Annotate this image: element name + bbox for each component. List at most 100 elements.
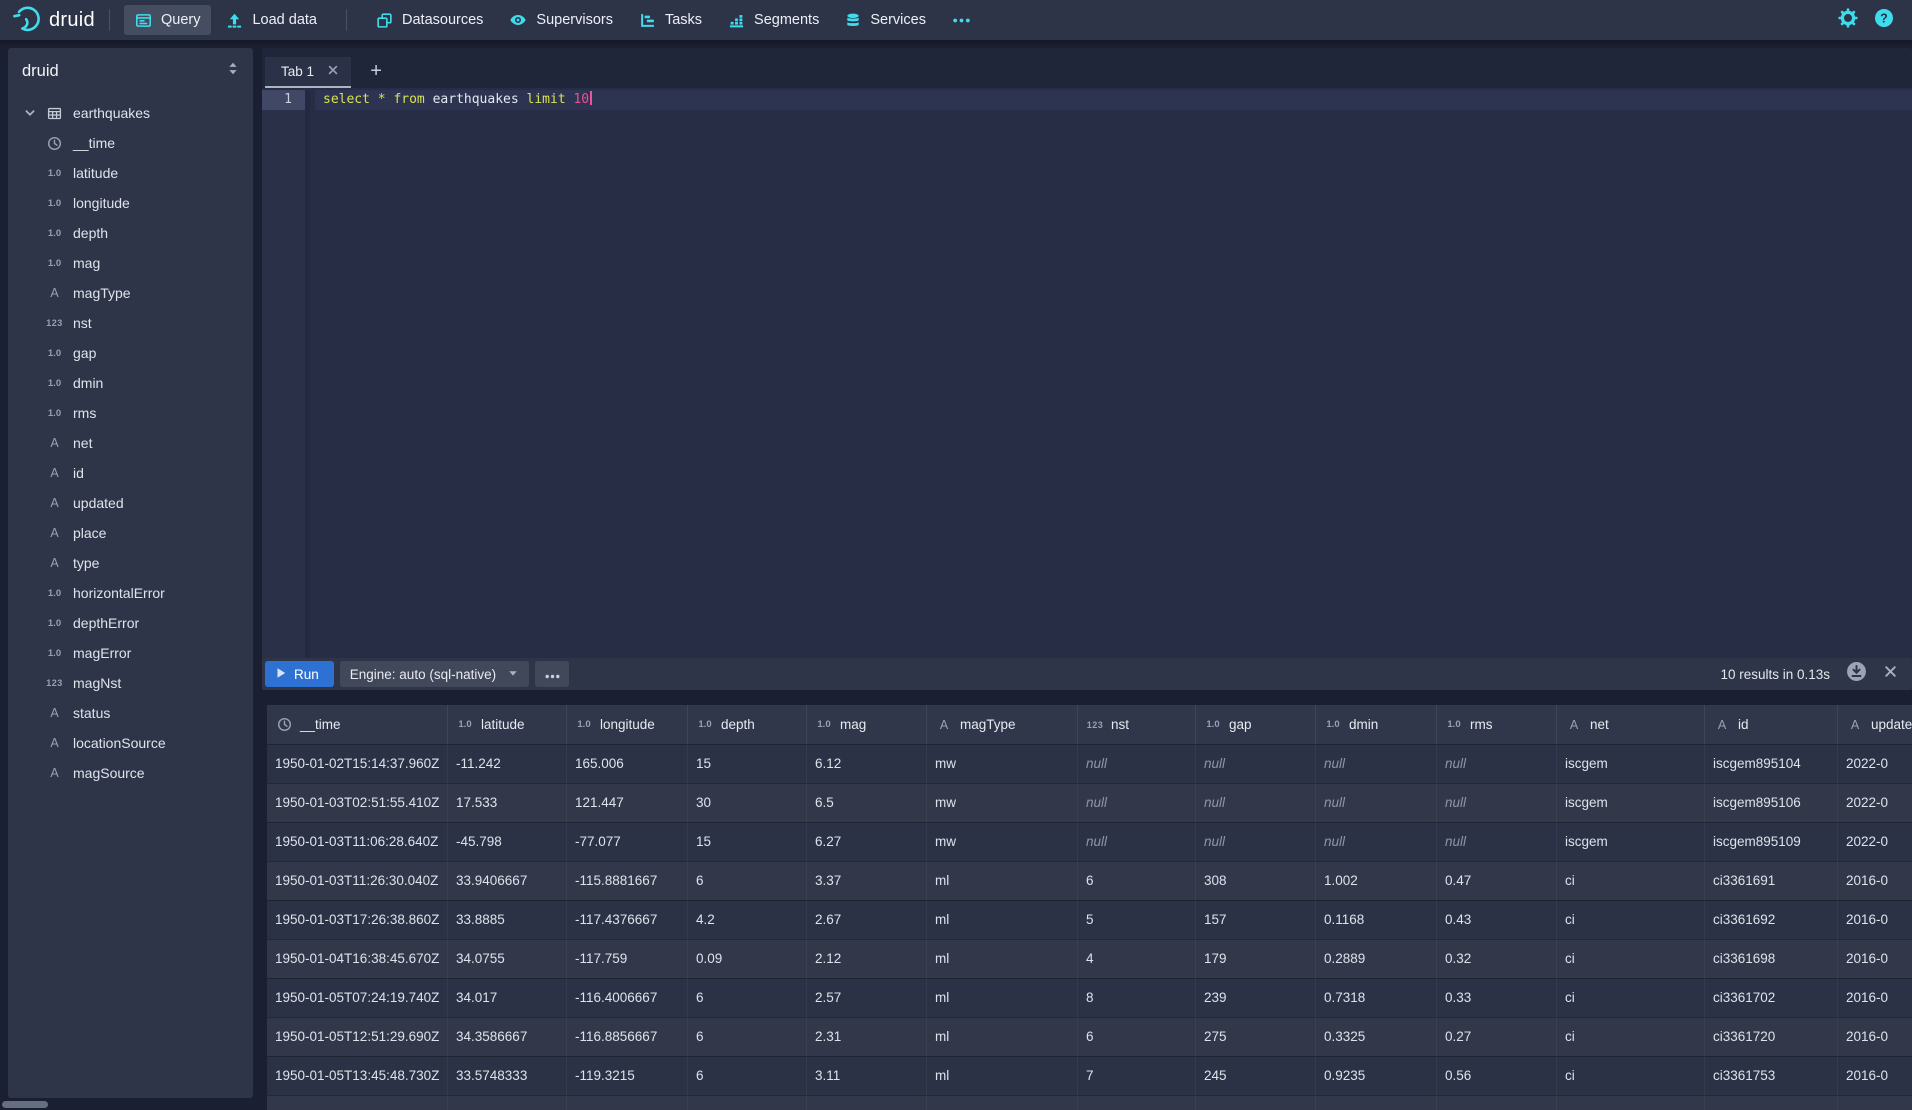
table-cell[interactable]: ci [1557,1056,1705,1095]
sidebar-item-id[interactable]: Aid [8,458,253,488]
table-cell[interactable]: 6 [688,1017,807,1056]
table-cell[interactable] [1437,1095,1557,1110]
table-cell[interactable]: -116.8856667 [567,1017,688,1056]
table-cell[interactable]: 8 [1078,978,1196,1017]
druid-home-link[interactable]: druid [12,3,95,38]
download-results-button[interactable] [1846,661,1867,687]
table-cell[interactable]: mw [927,783,1078,822]
table-cell[interactable]: 33.8885 [448,900,567,939]
table-cell[interactable]: null [1437,822,1557,861]
table-cell[interactable]: 2.67 [807,900,927,939]
table-cell[interactable]: -117.4376667 [567,900,688,939]
table-cell[interactable]: iscgem895104 [1705,744,1838,783]
table-cell[interactable]: 0.9235 [1316,1056,1437,1095]
sidebar-item-mag[interactable]: 1.0mag [8,248,253,278]
table-cell[interactable]: iscgem [1557,744,1705,783]
sidebar-item-rms[interactable]: 1.0rms [8,398,253,428]
table-cell[interactable]: -117.759 [567,939,688,978]
table-cell[interactable]: 2022-0 [1838,744,1912,783]
table-cell[interactable] [1705,1095,1838,1110]
table-cell[interactable] [1838,1095,1912,1110]
table-cell[interactable]: 33.9406667 [448,861,567,900]
table-cell[interactable]: -115.8881667 [567,861,688,900]
table-cell[interactable]: 0.09 [688,939,807,978]
table-cell[interactable]: -45.798 [448,822,567,861]
sort-button[interactable] [226,61,240,81]
sidebar-item-place[interactable]: Aplace [8,518,253,548]
table-cell[interactable]: ml [927,900,1078,939]
table-cell[interactable]: null [1196,744,1316,783]
table-cell[interactable]: 33.5748333 [448,1056,567,1095]
tab-1[interactable]: Tab 1 [265,57,351,88]
sidebar-item-gap[interactable]: 1.0gap [8,338,253,368]
column-header-mag[interactable]: 1.0mag [807,705,927,744]
sidebar-item-depth[interactable]: 1.0depth [8,218,253,248]
table-cell[interactable]: ml [927,978,1078,1017]
table-cell[interactable]: null [1316,822,1437,861]
table-cell[interactable]: 2016-0 [1838,1017,1912,1056]
nav-item-segments[interactable]: Segments [717,5,830,35]
sidebar-item-dmin[interactable]: 1.0dmin [8,368,253,398]
table-cell[interactable]: 2.57 [807,978,927,1017]
horizontal-scrollbar-thumb[interactable] [2,1101,48,1108]
table-cell[interactable]: 2016-0 [1838,900,1912,939]
column-header-longitude[interactable]: 1.0longitude [567,705,688,744]
table-cell[interactable]: 3.11 [807,1056,927,1095]
table-cell[interactable]: null [1196,783,1316,822]
table-cell[interactable]: ci [1557,1017,1705,1056]
column-header-gap[interactable]: 1.0gap [1196,705,1316,744]
table-cell[interactable]: 2.31 [807,1017,927,1056]
table-cell[interactable]: 1950-01-03T11:06:28.640Z [267,822,448,861]
table-cell[interactable]: 1950-01-04T16:38:45.670Z [267,939,448,978]
table-cell[interactable]: iscgem895109 [1705,822,1838,861]
table-cell[interactable] [1557,1095,1705,1110]
table-cell[interactable] [567,1095,688,1110]
new-tab-button[interactable]: + [359,57,393,88]
table-cell[interactable]: 275 [1196,1017,1316,1056]
table-cell[interactable]: 6.12 [807,744,927,783]
table-cell[interactable]: 2016-0 [1838,939,1912,978]
table-cell[interactable]: 0.1168 [1316,900,1437,939]
sidebar-item-status[interactable]: Astatus [8,698,253,728]
nav-item-query[interactable]: Query [124,5,212,35]
table-cell[interactable]: ml [927,1056,1078,1095]
table-cell[interactable]: 1950-01-03T02:51:55.410Z [267,783,448,822]
table-cell[interactable]: -116.4006667 [567,978,688,1017]
table-cell[interactable]: null [1196,822,1316,861]
table-cell[interactable] [267,1095,448,1110]
table-cell[interactable]: 2022-0 [1838,822,1912,861]
table-cell[interactable]: 17.533 [448,783,567,822]
table-cell[interactable]: -11.242 [448,744,567,783]
table-cell[interactable]: 6 [1078,1017,1196,1056]
table-cell[interactable]: mw [927,822,1078,861]
sidebar-item-latitude[interactable]: 1.0latitude [8,158,253,188]
sidebar-item-time[interactable]: __time [8,128,253,158]
table-cell[interactable]: 15 [688,744,807,783]
nav-item-tasks[interactable]: Tasks [628,5,713,35]
table-cell[interactable]: null [1078,822,1196,861]
table-cell[interactable]: 0.47 [1437,861,1557,900]
table-cell[interactable]: ci [1557,861,1705,900]
sidebar-item-earthquakes[interactable]: earthquakes [8,98,253,128]
table-cell[interactable]: 157 [1196,900,1316,939]
table-cell[interactable]: ci [1557,978,1705,1017]
table-cell[interactable]: 0.56 [1437,1056,1557,1095]
table-cell[interactable]: 5 [1078,900,1196,939]
table-cell[interactable]: 6 [688,978,807,1017]
query-more-button[interactable] [535,661,569,687]
tab-close-button[interactable] [327,64,339,79]
table-cell[interactable]: iscgem [1557,783,1705,822]
column-header-time[interactable]: __time [267,705,448,744]
table-cell[interactable]: 2016-0 [1838,978,1912,1017]
table-cell[interactable]: 4.2 [688,900,807,939]
help-button[interactable]: ? [1874,8,1894,33]
table-cell[interactable]: 165.006 [567,744,688,783]
table-cell[interactable]: 179 [1196,939,1316,978]
table-cell[interactable]: 34.0755 [448,939,567,978]
table-cell[interactable]: ml [927,861,1078,900]
nav-item-datasources[interactable]: Datasources [365,5,494,35]
sidebar-item-deptherror[interactable]: 1.0depthError [8,608,253,638]
table-cell[interactable]: 1950-01-05T13:45:48.730Z [267,1056,448,1095]
table-cell[interactable]: 1950-01-05T07:24:19.740Z [267,978,448,1017]
table-cell[interactable]: null [1078,744,1196,783]
